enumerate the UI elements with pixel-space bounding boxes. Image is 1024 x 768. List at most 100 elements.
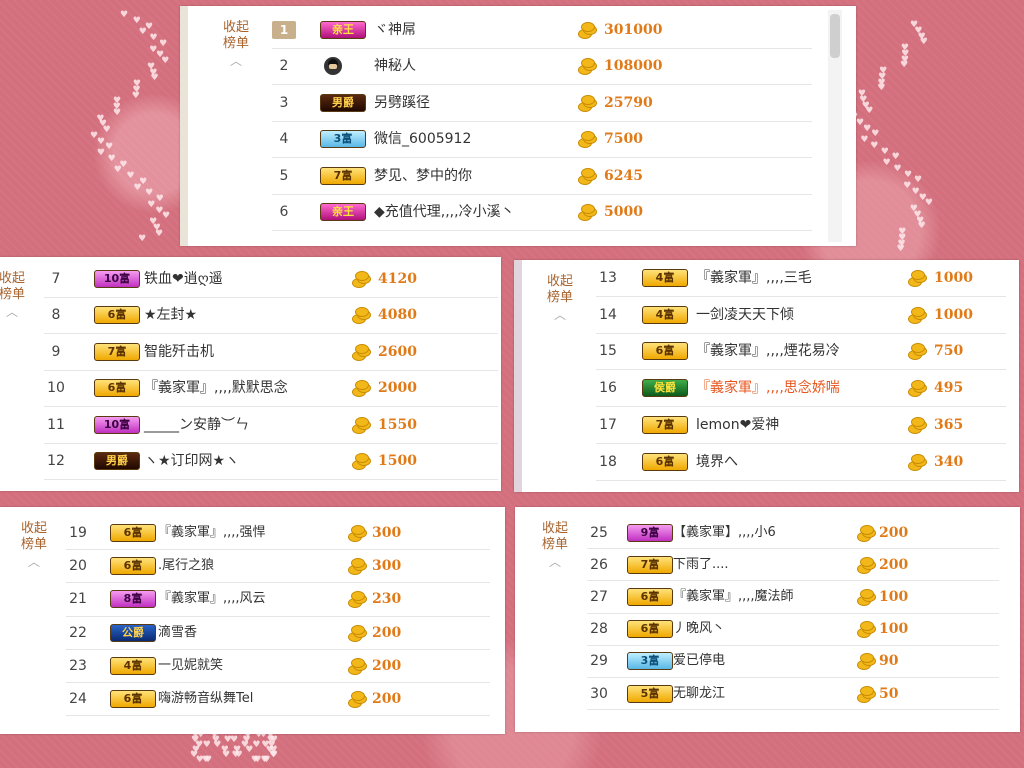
- leaderboard-row[interactable]: 26 7富 下雨了.... 200: [587, 549, 999, 582]
- leaderboard-row[interactable]: 6 亲王 ◆充值代理,,,,冷小溪丶 5000: [272, 195, 812, 231]
- leaderboard-row[interactable]: 14 4富 一剑凌天天下倾 1000: [596, 297, 1006, 334]
- user-name[interactable]: 微信_6005912: [374, 130, 471, 148]
- leaderboard-row[interactable]: 5 7富 梦见、梦中的你 6245: [272, 158, 812, 195]
- user-name[interactable]: 【義家軍】,,,,小6: [673, 524, 776, 542]
- user-name[interactable]: ◆充值代理,,,,冷小溪丶: [374, 203, 515, 221]
- user-name[interactable]: .尾行之狼: [158, 557, 214, 575]
- heart-sparkle-icon: ♥: [877, 77, 886, 88]
- heart-sparkle-icon: ♥: [96, 148, 105, 158]
- user-name[interactable]: 『義家軍』,,,,思念娇喘: [696, 379, 840, 397]
- leaderboard-row[interactable]: 15 6富 『義家軍』,,,,煙花易冷 750: [596, 334, 1006, 371]
- leaderboard-row[interactable]: 22 公爵 滴雪香 200: [66, 617, 490, 650]
- leaderboard-row[interactable]: 17 7富 lemon❤爱神 365: [596, 407, 1006, 444]
- heart-sparkle-icon: ♥: [261, 740, 270, 750]
- user-name[interactable]: 智能歼击机: [144, 343, 214, 361]
- rank-badge-icon: 3富: [627, 652, 673, 671]
- leaderboard-row[interactable]: 27 6富 『義家軍』,,,,魔法師 100: [587, 581, 999, 614]
- leaderboard-row[interactable]: 18 6富 境界へ 340: [596, 444, 1006, 481]
- coin-amount: 300: [372, 525, 402, 542]
- rank-badge-icon: 5富: [627, 684, 673, 703]
- user-name[interactable]: 嗨游畅音纵舞Tel: [158, 690, 253, 708]
- gold-coin-icon: [348, 624, 367, 642]
- scrollbar-thumb[interactable]: [830, 14, 840, 58]
- leaderboard-row[interactable]: 23 4富 一见妮就笑 200: [66, 650, 490, 683]
- heart-sparkle-icon: ♥: [131, 90, 140, 101]
- user-name[interactable]: 梦见、梦中的你: [374, 167, 472, 185]
- heart-sparkle-icon: ♥: [857, 89, 866, 99]
- leaderboard-row[interactable]: 12 男爵 ヽ★订印网★ヽ 1500: [44, 444, 498, 480]
- leaderboard-row[interactable]: 9 7富 智能歼击机 2600: [44, 334, 498, 371]
- leaderboard-panel-2: 收起 榜单 ︿ 7 10富 铁血❤逍ღ遥 4120 8 6富 ★左封★ 4080 9 7富 智能歼击…: [0, 257, 501, 491]
- heart-sparkle-icon: ♥: [149, 67, 158, 78]
- user-name[interactable]: 『義家軍』,,,,三毛: [696, 269, 812, 287]
- leaderboard-row[interactable]: 8 6富 ★左封★ 4080: [44, 298, 498, 334]
- user-name[interactable]: lemon❤爱神: [696, 416, 779, 434]
- leaderboard-row[interactable]: 28 6富 丿晚风丶 100: [587, 614, 999, 646]
- heart-sparkle-icon: ♥: [917, 221, 926, 232]
- heart-sparkle-icon: ♥: [230, 735, 239, 745]
- user-name[interactable]: ヾ神屌: [374, 21, 416, 39]
- coin-amount: 340: [934, 453, 964, 470]
- leaderboard-row[interactable]: 16 侯爵 『義家軍』,,,,思念娇喘 495: [596, 370, 1006, 408]
- collapse-leaderboard-button[interactable]: 收起 榜单 ︿: [535, 521, 575, 569]
- gold-coin-icon: [352, 380, 371, 398]
- heart-sparkle-icon: ♥: [269, 750, 278, 760]
- leaderboard-row[interactable]: 29 3富 爱已停电 90: [587, 646, 999, 678]
- heart-sparkle-icon: ♥: [893, 163, 902, 174]
- leaderboard-row[interactable]: 7 10富 铁血❤逍ღ遥 4120: [44, 261, 498, 298]
- heart-sparkle-icon: ♥: [96, 136, 105, 147]
- rank-badge-icon: 男爵: [320, 93, 366, 112]
- user-name[interactable]: 『義家軍』,,,,强悍: [158, 524, 266, 542]
- user-name[interactable]: 『義家軍』,,,,风云: [158, 590, 266, 608]
- heart-sparkle-icon: ♥: [900, 43, 909, 53]
- leaderboard-row[interactable]: 25 9富 【義家軍】,,,,小6 200: [587, 517, 999, 550]
- gold-coin-icon: [578, 167, 597, 185]
- leaderboard-row[interactable]: 13 4富 『義家軍』,,,,三毛 1000: [596, 260, 1006, 297]
- leaderboard-row[interactable]: 20 6富 .尾行之狼 300: [66, 550, 490, 584]
- leaderboard-row[interactable]: 2 神秘人 108000: [272, 49, 812, 85]
- user-name[interactable]: 一剑凌天天下倾: [696, 306, 794, 324]
- collapse-leaderboard-button[interactable]: 收起 榜单 ︿: [216, 20, 256, 68]
- user-name[interactable]: 『義家軍』,,,,煙花易冷: [696, 342, 840, 360]
- leaderboard-row[interactable]: 4 3富 微信_6005912 7500: [272, 122, 812, 158]
- gold-coin-icon: [578, 204, 597, 222]
- collapse-leaderboard-button[interactable]: 收起 榜单 ︿: [540, 274, 580, 322]
- gold-coin-icon: [908, 417, 927, 435]
- leaderboard-row[interactable]: 30 5富 无聊龙江 50: [587, 678, 999, 711]
- leaderboard-row[interactable]: 19 6富 『義家軍』,,,,强悍 300: [66, 517, 490, 551]
- user-name[interactable]: 丿晚风丶: [673, 620, 725, 638]
- gold-coin-icon: [908, 380, 927, 398]
- user-name[interactable]: 爱已停电: [673, 652, 725, 670]
- collapse-leaderboard-button[interactable]: 收起 榜单 ︿: [14, 521, 54, 569]
- rank-badge-icon: 侯爵: [642, 379, 688, 398]
- heart-sparkle-icon: ♥: [213, 740, 222, 750]
- heart-sparkle-icon: ♥: [105, 142, 114, 153]
- user-name[interactable]: 另劈蹊径: [374, 94, 430, 112]
- leaderboard-row[interactable]: 1 亲王 ヾ神屌 301000: [272, 12, 812, 49]
- collapse-label-line1: 收起: [546, 274, 573, 289]
- user-name[interactable]: 神秘人: [374, 57, 416, 75]
- user-name[interactable]: 『義家軍』,,,,默默思念: [144, 379, 288, 397]
- rank-badge-icon: 6富: [642, 452, 688, 471]
- user-name[interactable]: 无聊龙江: [673, 685, 725, 703]
- user-name[interactable]: ヽ★订印网★ヽ: [144, 452, 239, 470]
- user-name[interactable]: 滴雪香: [158, 624, 197, 642]
- heart-sparkle-icon: ♥: [234, 750, 243, 760]
- leaderboard-row[interactable]: 3 男爵 另劈蹊径 25790: [272, 85, 812, 122]
- leaderboard-row[interactable]: 21 8富 『義家軍』,,,,风云 230: [66, 583, 490, 617]
- leaderboard-row[interactable]: 24 6富 嗨游畅音纵舞Tel 200: [66, 683, 490, 717]
- leaderboard-row[interactable]: 11 10富 _____ン安静︶ㄣ 1550: [44, 407, 498, 444]
- user-name[interactable]: _____ン安静︶ㄣ: [144, 416, 249, 434]
- coin-amount: 4120: [378, 270, 417, 287]
- leaderboard-row[interactable]: 10 6富 『義家軍』,,,,默默思念 2000: [44, 371, 498, 407]
- user-name[interactable]: 下雨了....: [673, 556, 729, 574]
- user-name[interactable]: ★左封★: [144, 306, 197, 324]
- collapse-leaderboard-button[interactable]: 收起 榜单 ︿: [0, 271, 32, 319]
- gold-coin-icon: [348, 691, 367, 709]
- user-name[interactable]: 『義家軍』,,,,魔法師: [673, 588, 794, 606]
- coin-amount: 2600: [378, 343, 417, 360]
- user-name[interactable]: 境界へ: [696, 453, 738, 471]
- user-name[interactable]: 一见妮就笑: [158, 657, 223, 675]
- user-name[interactable]: 铁血❤逍ღ遥: [144, 270, 223, 288]
- coin-amount: 7500: [604, 131, 643, 148]
